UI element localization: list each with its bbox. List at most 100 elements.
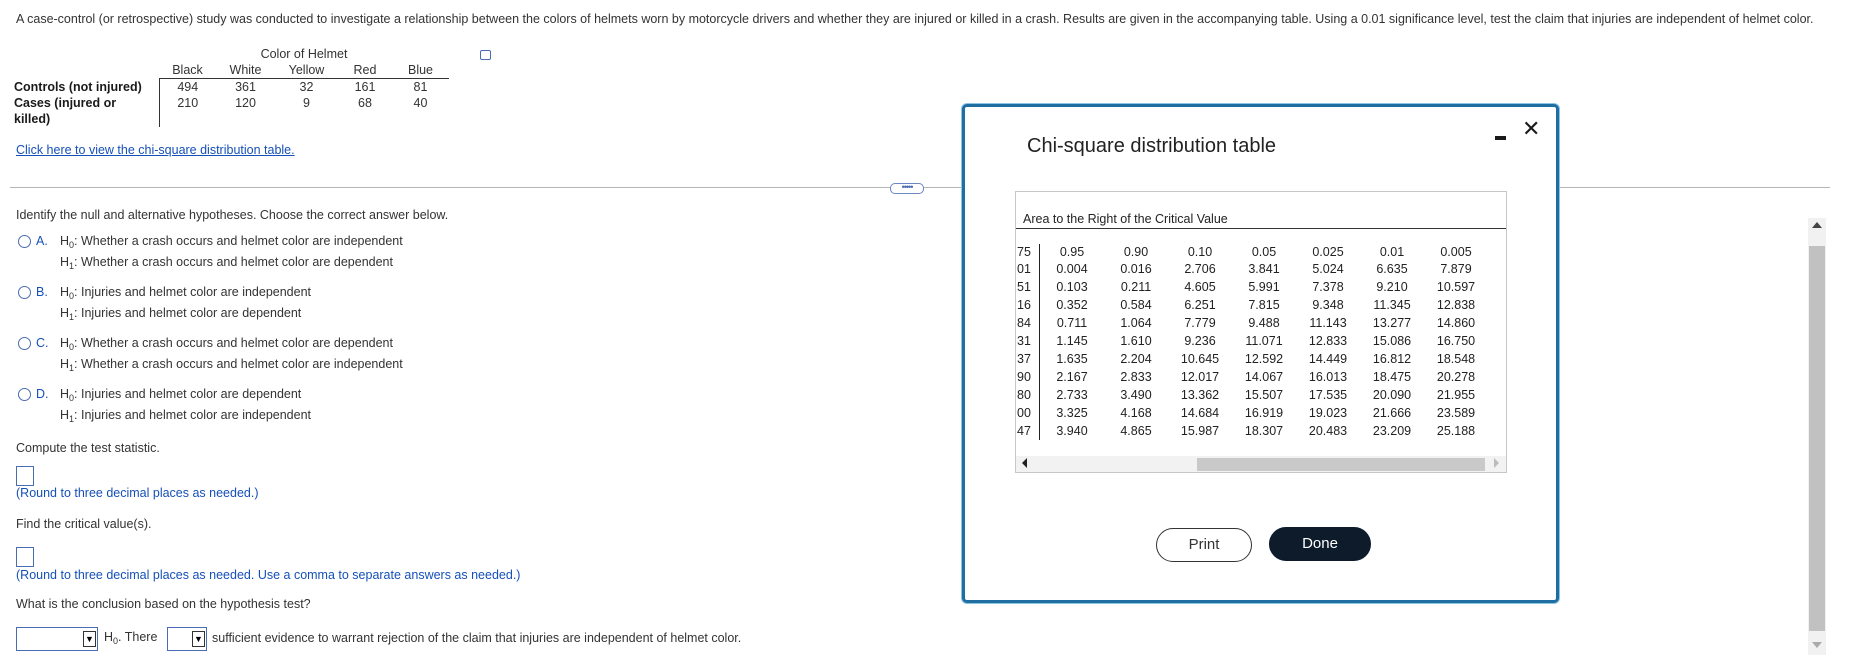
scroll-up-icon[interactable] xyxy=(1812,222,1822,228)
chi-value-cell: 7.815 xyxy=(1248,298,1280,312)
chi-value-cell: 3.841 xyxy=(1248,262,1280,276)
chi-row: 80 2.733 3.490 13.362 15.507 17.535 20.090 21.9… xyxy=(1016,386,1488,404)
conclusion-h0-text: H0. There xyxy=(104,630,158,646)
chi-square-table-link[interactable]: Click here to view the chi-square distri… xyxy=(16,143,295,157)
radio-button[interactable] xyxy=(18,235,31,248)
chi-value-cell: 20.090 xyxy=(1372,388,1412,402)
critical-value-input[interactable] xyxy=(16,547,34,567)
table-cell: 9 xyxy=(303,96,310,110)
table-cell: 40 xyxy=(413,96,428,110)
area-header-cell: 0.05 xyxy=(1251,245,1277,259)
chi-value-cell: 1.145 xyxy=(1056,334,1088,348)
test-statistic-input[interactable] xyxy=(16,466,34,486)
area-header-cell: 0.95 xyxy=(1059,245,1085,259)
chi-value-cell: 15.507 xyxy=(1244,388,1284,402)
df-cell: 00 xyxy=(1016,404,1040,422)
chi-row: 47 3.940 4.865 15.987 18.307 20.483 23.209 25.1… xyxy=(1016,422,1488,440)
chi-row: 31 1.145 1.610 9.236 11.071 12.833 15.086 16.75… xyxy=(1016,332,1488,350)
table-cell: 68 xyxy=(358,96,372,110)
chevron-down-icon: ▼ xyxy=(83,631,96,647)
null-hypothesis: H0: Whether a crash occurs and helmet co… xyxy=(60,234,403,250)
null-hypothesis: H0: Injuries and helmet color are depend… xyxy=(60,387,302,403)
conclusion-tail-text: sufficient evidence to warrant rejection… xyxy=(212,631,742,645)
radio-button[interactable] xyxy=(18,286,31,299)
chi-value-cell: 21.666 xyxy=(1372,406,1412,420)
chi-value-cell: 11.071 xyxy=(1245,334,1283,348)
df-cell: 31 xyxy=(1016,332,1040,350)
table-group-title: Color of Helmet xyxy=(260,47,348,61)
choice-letter: B. xyxy=(36,285,48,299)
copy-table-icon[interactable] xyxy=(480,50,491,60)
radio-button[interactable] xyxy=(18,388,31,401)
df-cell: 47 xyxy=(1016,422,1040,440)
chi-value-cell: 0.584 xyxy=(1120,298,1152,312)
chi-value-cell: 14.684 xyxy=(1180,406,1220,420)
question-text: A case-control (or retrospective) study … xyxy=(16,12,1814,26)
chi-value-cell: 14.449 xyxy=(1308,352,1348,366)
col-header: White xyxy=(215,62,276,79)
chi-value-cell: 2.833 xyxy=(1120,370,1152,384)
scroll-right-icon[interactable] xyxy=(1494,458,1499,468)
chi-value-cell: 3.940 xyxy=(1056,424,1088,438)
scroll-thumb[interactable] xyxy=(1197,458,1485,471)
chi-square-table-frame: Area to the Right of the Critical Value … xyxy=(1015,191,1507,473)
df-cell: 01 xyxy=(1016,260,1040,278)
chi-value-cell: 0.004 xyxy=(1056,262,1088,276)
chi-value-cell: 9.236 xyxy=(1184,334,1216,348)
df-cell: 37 xyxy=(1016,350,1040,368)
df-cell: 16 xyxy=(1016,296,1040,314)
table-cell: 161 xyxy=(354,80,376,94)
chi-value-cell: 0.211 xyxy=(1120,280,1152,294)
chi-value-cell: 4.168 xyxy=(1120,406,1152,420)
horizontal-scrollbar[interactable] xyxy=(1016,456,1506,472)
vertical-scrollbar[interactable] xyxy=(1808,218,1826,655)
row-label-controls: Controls (not injured) xyxy=(14,78,160,95)
reject-decision-dropdown[interactable]: ▼ xyxy=(16,627,98,651)
chi-value-cell: 5.024 xyxy=(1312,262,1344,276)
chi-value-cell: 17.535 xyxy=(1308,388,1348,402)
chi-value-cell: 1.610 xyxy=(1120,334,1152,348)
radio-button[interactable] xyxy=(18,337,31,350)
chi-value-cell: 0.016 xyxy=(1120,262,1152,276)
alt-hypothesis: H1: Injuries and helmet color are depend… xyxy=(60,306,302,322)
chi-square-modal: Chi-square distribution table ✕ Area to … xyxy=(962,104,1559,603)
table-cell: 32 xyxy=(299,80,314,94)
chi-value-cell: 20.278 xyxy=(1436,370,1476,384)
chi-value-cell: 3.325 xyxy=(1056,406,1088,420)
chi-row: 37 1.635 2.204 10.645 12.592 14.449 16.812 18.5… xyxy=(1016,350,1488,368)
print-button[interactable]: Print xyxy=(1156,528,1252,562)
chi-value-cell: 25.188 xyxy=(1436,424,1476,438)
evidence-dropdown[interactable]: ▼ xyxy=(167,627,207,651)
chi-value-cell: 23.589 xyxy=(1436,406,1476,420)
area-header-cell: 0.005 xyxy=(1440,245,1472,259)
find-prompt: Find the critical value(s). xyxy=(16,517,152,531)
chi-value-cell: 0.711 xyxy=(1056,316,1088,330)
alt-hypothesis: H1: Whether a crash occurs and helmet co… xyxy=(60,255,393,271)
scroll-down-icon[interactable] xyxy=(1812,642,1822,648)
chi-value-cell: 12.017 xyxy=(1180,370,1220,384)
chi-value-cell: 9.210 xyxy=(1376,280,1408,294)
modal-title: Chi-square distribution table xyxy=(1027,135,1277,157)
close-icon[interactable]: ✕ xyxy=(1522,118,1540,140)
area-header-cell: 0.10 xyxy=(1187,245,1213,259)
chi-value-cell: 6.251 xyxy=(1184,298,1216,312)
more-handle-icon[interactable]: ••••• xyxy=(890,183,924,194)
scroll-left-icon[interactable] xyxy=(1022,458,1027,468)
choice-letter: C. xyxy=(36,336,49,350)
scroll-thumb[interactable] xyxy=(1809,246,1825,631)
chi-value-cell: 0.103 xyxy=(1056,280,1088,294)
null-hypothesis: H0: Whether a crash occurs and helmet co… xyxy=(60,336,393,352)
chi-value-cell: 15.086 xyxy=(1372,334,1412,348)
done-button[interactable]: Done xyxy=(1269,527,1371,561)
chi-value-cell: 2.167 xyxy=(1056,370,1088,384)
area-header-cell: 0.025 xyxy=(1312,245,1344,259)
chi-value-cell: 7.879 xyxy=(1440,262,1472,276)
chevron-down-icon: ▼ xyxy=(192,631,205,647)
df-cell: 90 xyxy=(1016,368,1040,386)
chi-value-cell: 12.833 xyxy=(1308,334,1348,348)
chi-value-cell: 14.860 xyxy=(1436,316,1476,330)
area-header-cell: 0.90 xyxy=(1123,245,1149,259)
chi-value-cell: 1.635 xyxy=(1056,352,1088,366)
area-header-cell: 0.01 xyxy=(1379,245,1405,259)
minimize-icon[interactable] xyxy=(1495,136,1506,140)
